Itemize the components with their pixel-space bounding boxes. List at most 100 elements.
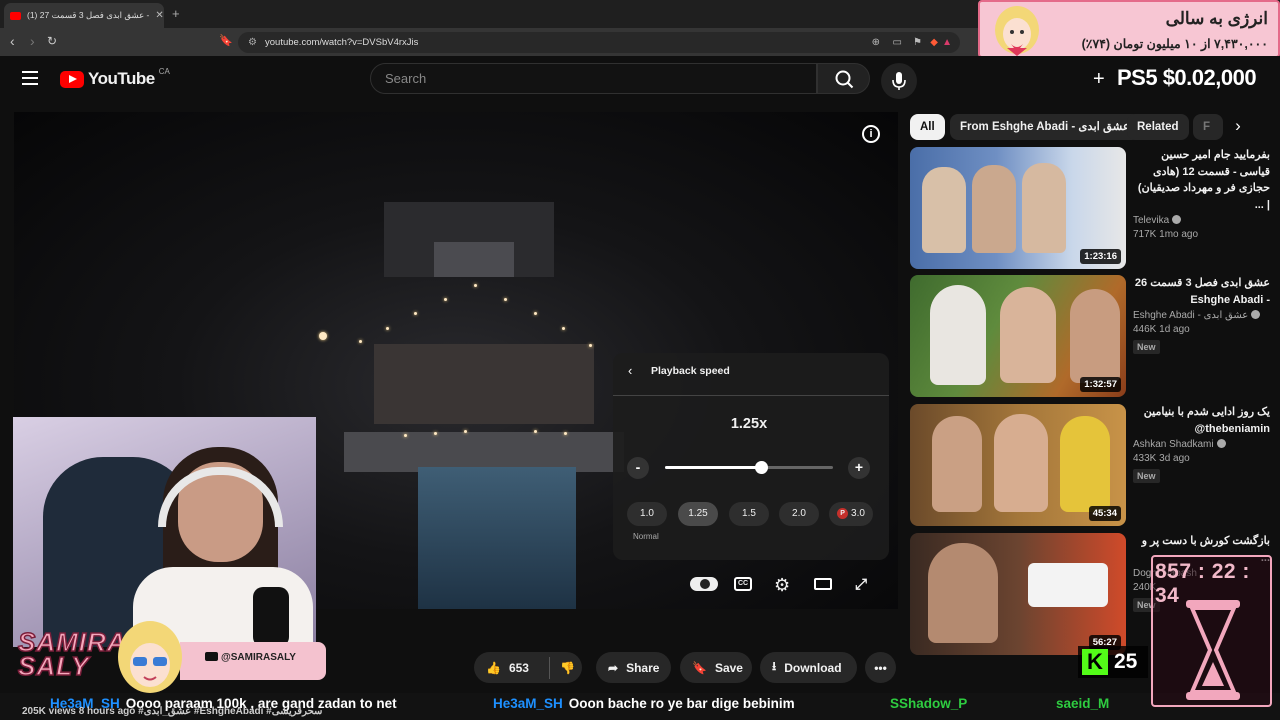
reload-icon[interactable]: ↻ xyxy=(47,33,57,49)
download-icon: ⭳ xyxy=(772,659,777,673)
speed-chip-3-0[interactable]: P 3.0 xyxy=(829,502,873,526)
video-title[interactable]: یک روز ادایی شدم با بنیامین thebeniamin@ xyxy=(1133,404,1270,437)
youtube-play-icon xyxy=(60,70,84,88)
info-icon[interactable]: i xyxy=(862,125,880,143)
search-input[interactable]: Search xyxy=(370,63,817,94)
kick-viewer-count: 25 xyxy=(1114,650,1138,673)
video-duration: 1:23:16 xyxy=(1080,249,1121,264)
promo-title: انرژی به سالی xyxy=(1165,9,1268,28)
youtube-header: YouTube CA Search + PS5 $0.02,000 xyxy=(0,56,1280,102)
speed-chip-1-5[interactable]: 1.5 xyxy=(729,502,769,526)
forward-icon[interactable]: › xyxy=(30,33,35,49)
video-duration: 45:34 xyxy=(1088,506,1121,521)
speed-slider[interactable] xyxy=(665,461,833,474)
terrace xyxy=(374,344,594,424)
rewards-icon[interactable]: ▲ xyxy=(942,32,952,53)
browser-tab[interactable]: (1) عشق ابدی فصل 3 قسمت 27 - ✕ xyxy=(4,3,164,28)
video-views-date: 205K views 8 hours ago #عشق_ابدی #Eshghe… xyxy=(22,706,323,717)
video-duration: 1:32:57 xyxy=(1080,377,1121,392)
captions-button[interactable]: CC xyxy=(734,577,752,591)
video-thumbnail[interactable]: 56:27 xyxy=(910,533,1126,655)
filter-chip-related[interactable]: Related xyxy=(1127,114,1189,140)
chat-message: saeid_M xyxy=(1056,696,1115,711)
download-button[interactable]: ⭳ Download xyxy=(760,652,857,683)
divider xyxy=(613,395,889,396)
video-card[interactable]: 1:32:57 عشق ابدی فصل 3 قسمت 26 - Eshghe … xyxy=(910,275,1270,397)
like-icon[interactable]: 👍 xyxy=(486,661,501,675)
video-title[interactable]: عشق ابدی فصل 3 قسمت 26 - Eshghe Abadi xyxy=(1133,275,1270,308)
premium-icon: P xyxy=(837,508,849,519)
video-thumbnail[interactable]: 1:23:16 xyxy=(910,147,1126,269)
more-actions-button[interactable]: ••• xyxy=(865,652,896,683)
close-tab-icon[interactable]: ✕ xyxy=(155,10,163,21)
create-plus-icon[interactable]: + xyxy=(1093,68,1105,91)
filter-chip-more[interactable]: F xyxy=(1193,114,1223,140)
search-button[interactable] xyxy=(817,63,870,94)
channel-name[interactable]: Eshghe Abadi - عشق ابدی xyxy=(1133,310,1270,321)
donation-goal-text: PS5 $0.02,000 xyxy=(1117,65,1257,90)
house-window xyxy=(434,242,514,277)
theater-mode-icon[interactable] xyxy=(814,578,832,590)
deck xyxy=(344,432,624,472)
share-icon: ➦ xyxy=(608,660,619,675)
video-thumbnail[interactable]: 1:32:57 xyxy=(910,275,1126,397)
youtube-icon xyxy=(205,652,218,661)
speed-chip-1-0[interactable]: 1.0 xyxy=(627,502,667,526)
filter-chip-all[interactable]: All xyxy=(910,114,945,140)
video-thumbnail[interactable]: 45:34 xyxy=(910,404,1126,526)
video-card[interactable]: 1:23:16 بفرمایید جام امیر حسین قیاسی - ق… xyxy=(910,147,1270,269)
new-badge: New xyxy=(1133,340,1160,354)
chat-message: SShadow_P xyxy=(890,696,973,711)
verified-icon xyxy=(1251,310,1261,319)
speed-chip-2-0[interactable]: 2.0 xyxy=(779,502,819,526)
youtube-logo[interactable]: YouTube CA xyxy=(60,67,170,89)
new-badge: New xyxy=(1133,469,1160,483)
speed-panel-title: Playback speed xyxy=(651,365,730,377)
like-dislike-group: 👍 653 👎 xyxy=(474,652,582,683)
channel-name-text: Ashkan Shadkami xyxy=(1133,439,1214,450)
share-button[interactable]: ➦ Share xyxy=(596,652,671,683)
speed-increase-button[interactable]: + xyxy=(848,457,870,479)
current-speed: 1.25x xyxy=(730,416,768,432)
speed-chip-1-25[interactable]: 1.25 xyxy=(678,502,718,526)
video-title[interactable]: بفرمایید جام امیر حسین قیاسی - قسمت 12 (… xyxy=(1133,147,1270,213)
donation-goal-overlay: انرژی به سالی ۷,۴۳۰,۰۰۰ از ۱۰ میلیون توم… xyxy=(978,0,1280,58)
cast-icon[interactable]: ▭ xyxy=(893,32,902,53)
brave-shield-icon[interactable]: ◆ xyxy=(930,32,938,53)
back-chevron-icon[interactable]: ‹ xyxy=(628,363,632,378)
new-tab-icon[interactable]: + xyxy=(172,6,180,21)
lamp xyxy=(319,332,327,340)
save-button[interactable]: 🔖 Save xyxy=(680,652,752,683)
address-bar[interactable]: ⚙ youtube.com/watch?v=DVSbV4rxJis ⊕ ▭ ⚑ … xyxy=(238,32,960,53)
save-label: Save xyxy=(714,660,743,675)
channel-name[interactable]: Ashkan Shadkami xyxy=(1133,439,1270,450)
voice-search-button[interactable] xyxy=(881,63,917,99)
back-icon[interactable]: ‹ xyxy=(10,33,15,49)
speed-decrease-button[interactable]: - xyxy=(627,457,649,479)
speed-slider-fill xyxy=(665,466,761,469)
hourglass-icon xyxy=(1186,600,1240,700)
hamburger-menu-icon[interactable] xyxy=(22,71,38,85)
zoom-icon[interactable]: ⊕ xyxy=(872,32,880,53)
logo-text: YouTube xyxy=(88,69,155,88)
filter-chip-channel[interactable]: From Eshghe Abadi - عشق ابدی xyxy=(950,114,1140,140)
speed-chip-3-0-label: 3.0 xyxy=(851,508,865,519)
video-stats: 433K 3d ago xyxy=(1133,453,1190,464)
social-handle: @SAMIRASALY xyxy=(205,652,296,663)
fullscreen-icon[interactable]: ⤢ xyxy=(855,576,867,593)
streamer-webcam xyxy=(13,417,316,647)
bookmark-icon[interactable]: 🔖 xyxy=(219,33,233,49)
video-card[interactable]: 45:34 یک روز ادایی شدم با بنیامین theben… xyxy=(910,404,1270,526)
autoplay-toggle[interactable] xyxy=(690,577,718,591)
channel-name[interactable]: Televika xyxy=(1133,215,1270,226)
settings-gear-icon[interactable]: ⚙ xyxy=(774,575,790,596)
chat-user: He3aM_SH xyxy=(493,696,563,711)
microphone-icon xyxy=(892,72,906,90)
speed-slider-handle[interactable] xyxy=(754,461,768,474)
translate-icon[interactable]: ⚑ xyxy=(913,32,922,53)
microphone xyxy=(253,587,289,647)
dislike-icon[interactable]: 👎 xyxy=(558,661,575,675)
site-info-icon[interactable]: ⚙ xyxy=(248,32,257,53)
like-count[interactable]: 653 xyxy=(509,661,529,675)
chevron-right-icon[interactable]: › xyxy=(1226,114,1250,140)
